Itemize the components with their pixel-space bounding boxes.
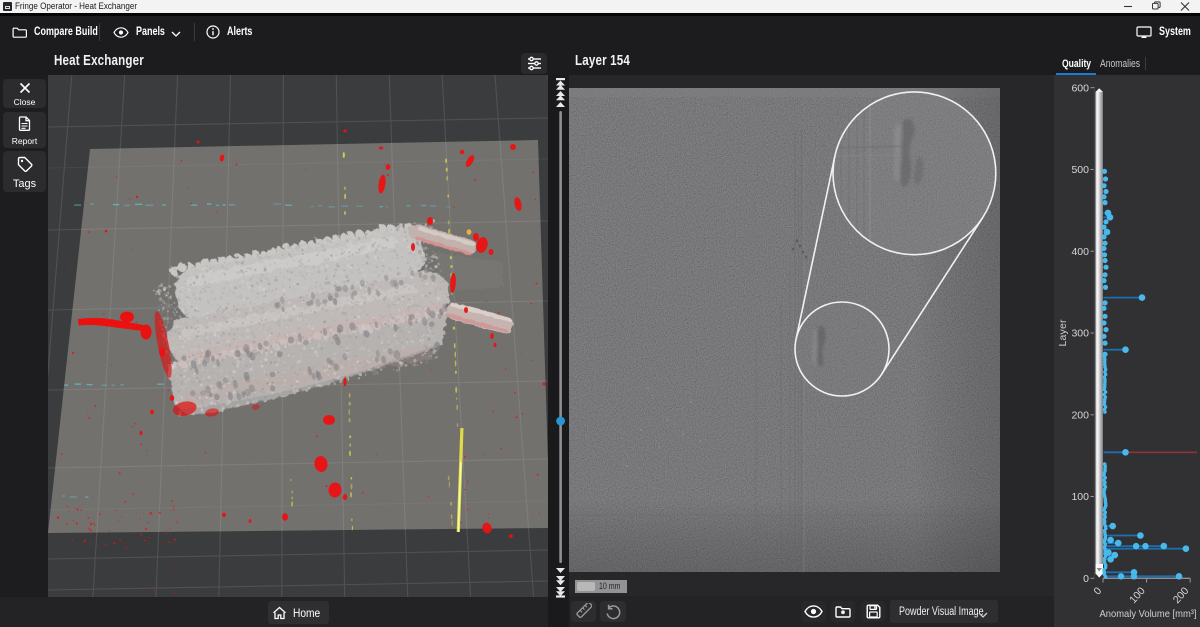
svg-text:100: 100 [1071, 491, 1089, 503]
svg-text:0: 0 [1083, 573, 1089, 585]
svg-text:200: 200 [1071, 409, 1089, 421]
svg-text:300: 300 [1071, 328, 1089, 340]
svg-text:400: 400 [1071, 246, 1089, 258]
svg-text:Anomaly Volume [mm³]: Anomaly Volume [mm³] [1100, 608, 1197, 620]
svg-text:600: 600 [1071, 82, 1089, 94]
svg-text:Layer: Layer [1057, 319, 1069, 347]
svg-text:500: 500 [1071, 164, 1089, 176]
